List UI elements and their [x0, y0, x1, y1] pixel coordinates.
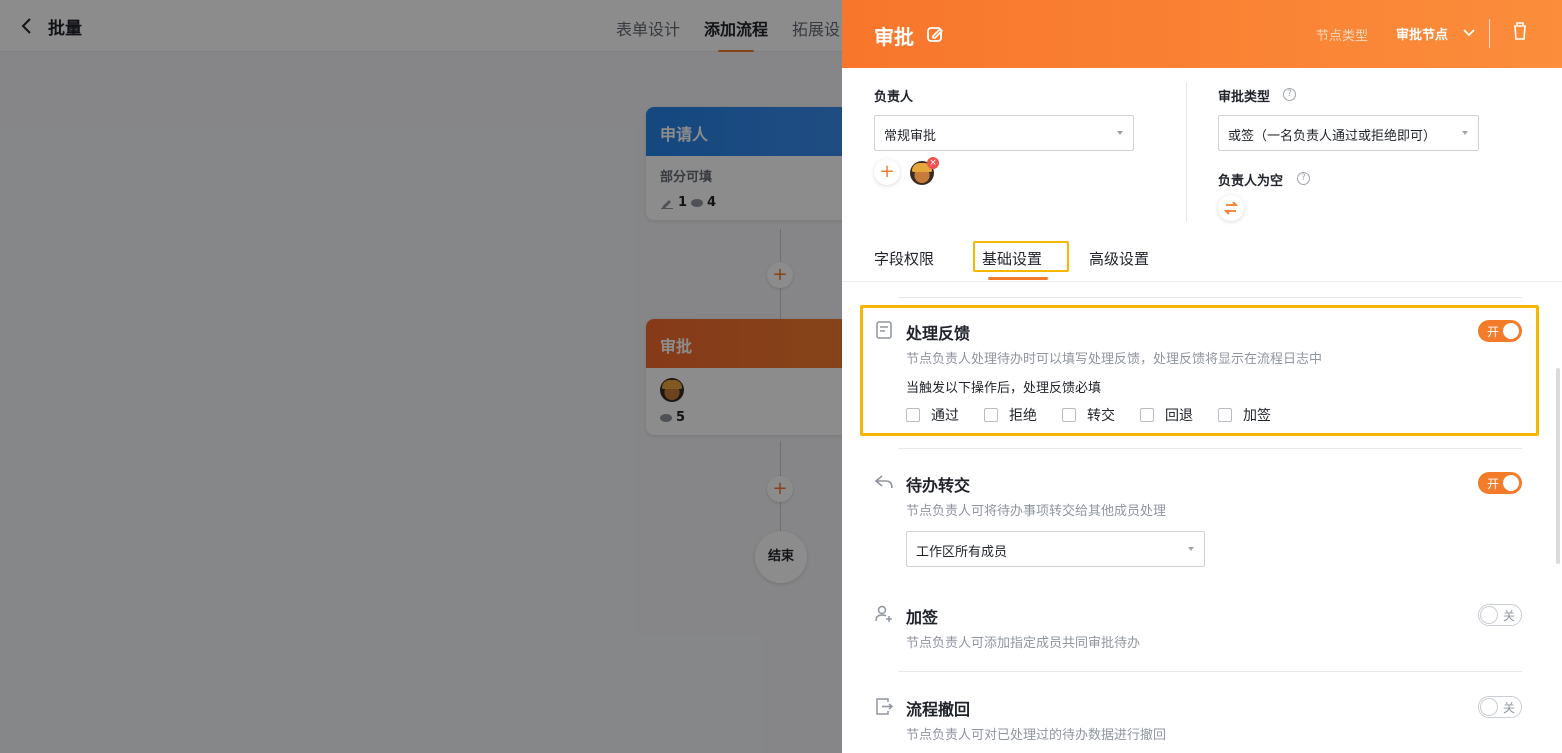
- remove-owner-icon[interactable]: ×: [927, 157, 939, 169]
- checkbox[interactable]: [1062, 408, 1076, 422]
- transfer-desc: 节点负责人可将待办事项转交给其他成员处理: [906, 504, 1167, 519]
- transfer-toggle[interactable]: 开: [1478, 472, 1522, 494]
- active-tab-underline: [988, 277, 1048, 280]
- drawer-title: 审批: [874, 25, 914, 49]
- caret-down-icon: [1117, 131, 1123, 135]
- countersign-desc: 节点负责人可添加指定成员共同审批待办: [906, 636, 1141, 651]
- feedback-options: 通过 拒绝 转交 回退 加签: [906, 405, 1296, 425]
- feedback-desc: 节点负责人处理待办时可以填写处理反馈，处理反馈将显示在流程日志中: [906, 352, 1323, 367]
- option-countersign[interactable]: 加签: [1218, 405, 1296, 425]
- tab-advanced-settings[interactable]: 高级设置: [1089, 248, 1149, 269]
- owner-label: 负责人: [874, 90, 914, 105]
- checkbox[interactable]: [984, 408, 998, 422]
- withdraw-title: 流程撤回: [906, 700, 971, 719]
- option-label: 加签: [1243, 408, 1271, 424]
- withdraw-desc: 节点负责人可对已处理过的待办数据进行撤回: [906, 728, 1167, 743]
- countersign-title: 加签: [906, 608, 939, 627]
- feedback-form-icon: [876, 321, 892, 339]
- swap-button[interactable]: [1218, 195, 1244, 221]
- help-icon[interactable]: ?: [1297, 172, 1310, 185]
- transfer-scope-select[interactable]: 工作区所有成员: [906, 531, 1205, 567]
- trash-icon[interactable]: [1512, 22, 1528, 40]
- transfer-scope-value: 工作区所有成员: [916, 545, 1008, 560]
- option-approve[interactable]: 通过: [906, 405, 984, 425]
- approval-type-select[interactable]: 或签（一名负责人通过或拒绝即可）: [1218, 115, 1479, 151]
- caret-down-icon: [1188, 547, 1194, 551]
- tabs-divider: [842, 281, 1562, 282]
- node-type-select[interactable]: 审批节点: [1396, 24, 1448, 43]
- approval-type-value: 或签（一名负责人通过或拒绝即可）: [1228, 129, 1437, 144]
- owner-select-value: 常规审批: [884, 129, 937, 144]
- option-reject[interactable]: 拒绝: [984, 405, 1062, 425]
- feedback-toggle[interactable]: 开: [1478, 320, 1522, 342]
- option-transfer[interactable]: 转交: [1062, 405, 1140, 425]
- countersign-section: 加签 节点负责人可添加指定成员共同审批待办 关: [874, 604, 1524, 654]
- withdraw-toggle[interactable]: 关: [1478, 696, 1522, 718]
- tab-highlight-box: [973, 241, 1069, 272]
- add-owner-button[interactable]: +: [874, 159, 900, 185]
- divider: [898, 448, 1522, 449]
- option-label: 回退: [1165, 408, 1193, 424]
- divider: [898, 671, 1522, 672]
- option-label: 通过: [931, 408, 959, 424]
- transfer-title: 待办转交: [906, 476, 971, 495]
- checkbox[interactable]: [1218, 408, 1232, 422]
- divider: [898, 297, 1522, 298]
- approval-type-label: 审批类型: [1218, 90, 1271, 105]
- caret-down-icon: [1462, 131, 1468, 135]
- modal-overlay[interactable]: [0, 0, 842, 753]
- feedback-trigger-label: 当触发以下操作后，处理反馈必填: [906, 381, 1102, 396]
- help-icon[interactable]: ?: [1283, 88, 1296, 101]
- chevron-down-icon[interactable]: [1462, 26, 1476, 40]
- column-divider: [1186, 82, 1187, 222]
- checkbox[interactable]: [906, 408, 920, 422]
- feedback-section: 处理反馈 节点负责人处理待办时可以填写处理反馈，处理反馈将显示在流程日志中 开 …: [874, 320, 1524, 430]
- option-rollback[interactable]: 回退: [1140, 405, 1218, 425]
- node-settings-drawer: 审批 节点类型 审批节点 负责人 常规审批 + × 审批类型 ? 或签（一名负责…: [842, 0, 1562, 753]
- option-label: 转交: [1087, 408, 1115, 424]
- withdraw-icon: [876, 698, 894, 715]
- owner-select[interactable]: 常规审批: [874, 115, 1134, 151]
- option-label: 拒绝: [1009, 408, 1037, 424]
- scrollbar[interactable]: [1556, 368, 1560, 564]
- swap-icon: [1223, 201, 1239, 215]
- feedback-title: 处理反馈: [906, 324, 971, 343]
- tab-field-permission[interactable]: 字段权限: [874, 248, 934, 269]
- drawer-header: 审批 节点类型 审批节点: [842, 0, 1562, 68]
- countersign-toggle[interactable]: 关: [1478, 604, 1522, 626]
- withdraw-section: 流程撤回 节点负责人可对已处理过的待办数据进行撤回 关: [874, 696, 1524, 746]
- header-divider: [1489, 19, 1490, 48]
- checkbox[interactable]: [1140, 408, 1154, 422]
- owner-empty-label: 负责人为空: [1218, 174, 1284, 189]
- add-user-icon: [875, 605, 892, 622]
- reply-arrow-icon: [874, 475, 893, 489]
- node-type-label: 节点类型: [1316, 29, 1369, 44]
- edit-title-icon[interactable]: [926, 25, 944, 43]
